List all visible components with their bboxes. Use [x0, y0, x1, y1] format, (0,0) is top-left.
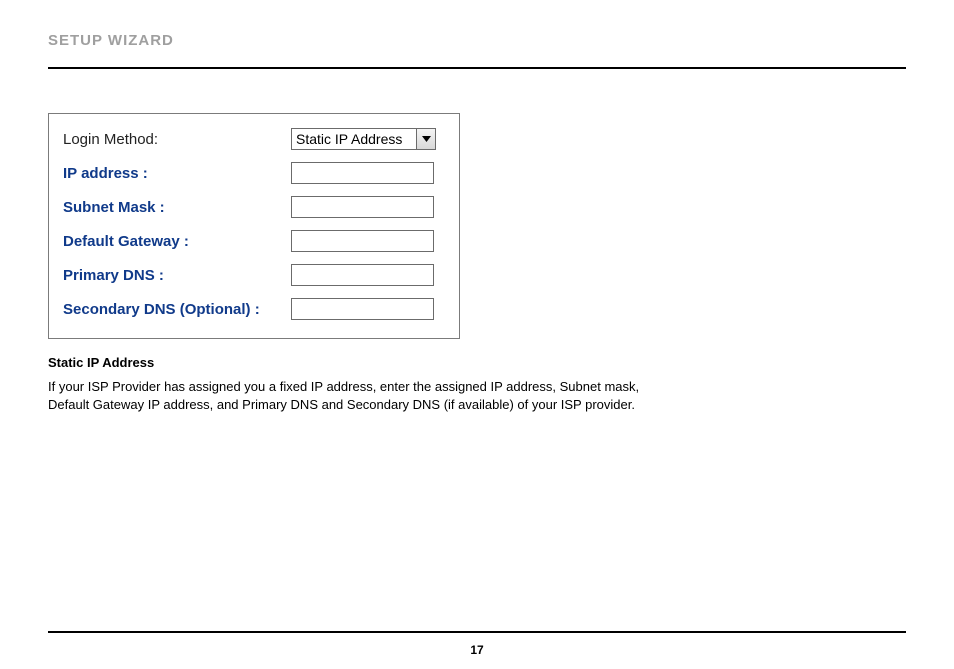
primary-dns-input[interactable] [291, 264, 434, 286]
login-method-select[interactable]: Static IP Address [291, 128, 436, 150]
label-ip-address: IP address : [63, 165, 291, 182]
label-secondary-dns: Secondary DNS (Optional) : [63, 301, 291, 318]
section-body: If your ISP Provider has assigned you a … [48, 378, 648, 413]
page-title: SETUP WIZARD [48, 32, 906, 49]
ip-address-input[interactable] [291, 162, 434, 184]
row-default-gateway: Default Gateway : [63, 230, 445, 252]
manual-page: SETUP WIZARD Login Method: Static IP Add… [0, 0, 954, 669]
secondary-dns-input[interactable] [291, 298, 434, 320]
dropdown-button[interactable] [416, 129, 435, 149]
config-panel: Login Method: Static IP Address IP addre… [48, 113, 460, 339]
row-secondary-dns: Secondary DNS (Optional) : [63, 298, 445, 320]
row-subnet-mask: Subnet Mask : [63, 196, 445, 218]
login-method-value: Static IP Address [292, 131, 416, 147]
row-primary-dns: Primary DNS : [63, 264, 445, 286]
section-subtitle: Static IP Address [48, 355, 906, 370]
row-login-method: Login Method: Static IP Address [63, 128, 445, 150]
row-ip-address: IP address : [63, 162, 445, 184]
label-primary-dns: Primary DNS : [63, 267, 291, 284]
chevron-down-icon [422, 136, 431, 142]
header-rule [48, 67, 906, 69]
label-login-method: Login Method: [63, 131, 291, 148]
subnet-mask-input[interactable] [291, 196, 434, 218]
default-gateway-input[interactable] [291, 230, 434, 252]
label-default-gateway: Default Gateway : [63, 233, 291, 250]
page-number: 17 [0, 643, 954, 657]
label-subnet-mask: Subnet Mask : [63, 199, 291, 216]
footer-rule [48, 631, 906, 633]
page-header: SETUP WIZARD [48, 0, 906, 69]
